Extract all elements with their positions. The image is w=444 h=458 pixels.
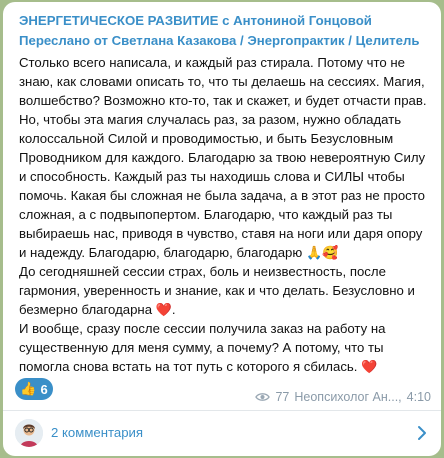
message-meta: 77 Неопсихолог Ан..., 4:10	[255, 390, 431, 404]
heart-emoji-icon: ❤️	[155, 302, 172, 317]
message-paragraph-1: Столько всего написала, и каждый раз сти…	[19, 53, 429, 262]
reaction-thumbs-up[interactable]: 👍 6	[15, 378, 53, 400]
paragraph-3-text: И вообще, сразу после сессии получила за…	[19, 321, 386, 374]
message-paragraph-2: До сегодняшней сессии страх, боль и неиз…	[19, 264, 415, 317]
comments-label[interactable]: 2 комментария	[51, 425, 143, 440]
message-text: Столько всего написала, и каждый раз сти…	[19, 53, 429, 376]
post-author: Неопсихолог Ан...,	[294, 390, 402, 404]
avatar	[15, 419, 43, 447]
message-bubble: ЭНЕРГЕТИЧЕСКОЕ РАЗВИТИЕ с Антониной Гонц…	[3, 2, 441, 456]
reaction-count: 6	[40, 381, 48, 397]
channel-name[interactable]: ЭНЕРГЕТИЧЕСКОЕ РАЗВИТИЕ с Антониной Гонц…	[19, 13, 372, 28]
view-count: 77	[275, 390, 290, 404]
forwarded-from[interactable]: Переслано от Светлана Казакова / Энергоп…	[19, 33, 419, 48]
user-avatar-icon	[15, 419, 43, 447]
message-paragraph-3: И вообще, сразу после сессии получила за…	[19, 319, 429, 376]
eye-icon	[255, 393, 271, 401]
comments-button[interactable]: 2 комментария	[3, 411, 441, 456]
post-time: 4:10	[406, 390, 431, 404]
pray-smile-emoji-icon: 🙏🥰	[305, 245, 339, 260]
heart-emoji-icon: ❤️	[361, 359, 378, 374]
paragraph-1-text: Столько всего написала, и каждый раз сти…	[19, 55, 427, 260]
chevron-right-icon[interactable]	[417, 425, 427, 441]
thumbs-up-icon: 👍	[20, 381, 37, 396]
paragraph-2-text: До сегодняшней сессии страх, боль и неиз…	[19, 264, 415, 317]
